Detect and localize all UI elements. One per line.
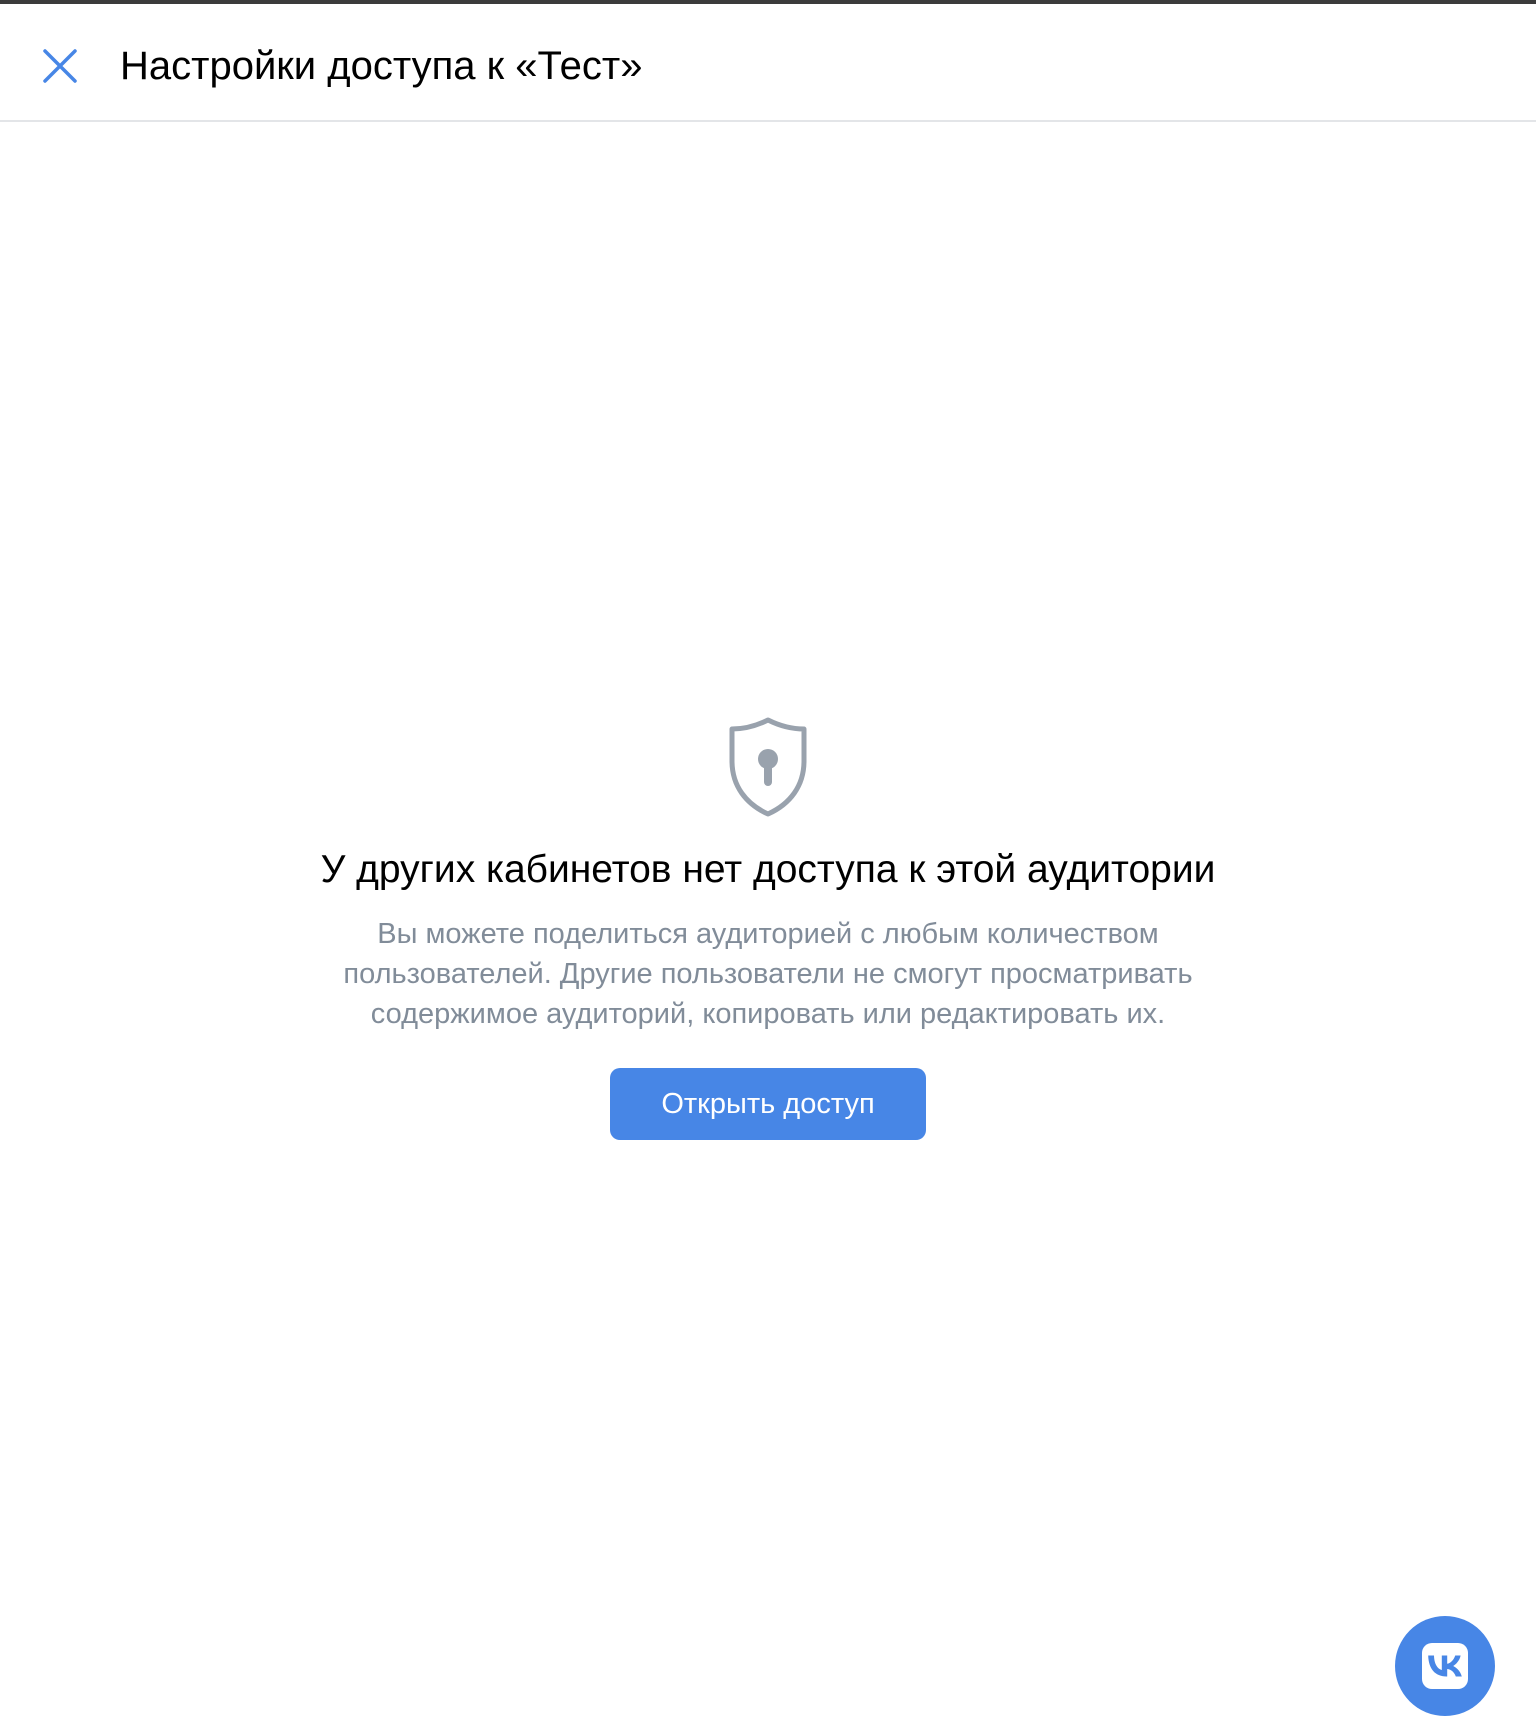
vk-logo-icon — [1422, 1643, 1468, 1689]
empty-state: У других кабинетов нет доступа к этой ау… — [0, 716, 1536, 1140]
empty-state-title: У других кабинетов нет доступа к этой ау… — [320, 848, 1216, 891]
close-button[interactable] — [36, 42, 84, 90]
close-icon — [43, 49, 77, 83]
empty-state-description: Вы можете поделиться аудиторией с любым … — [343, 918, 1193, 1030]
page-title: Настройки доступа к «Тест» — [120, 44, 643, 88]
shield-keyhole-icon — [729, 717, 807, 817]
open-access-button[interactable]: Открыть доступ — [610, 1068, 926, 1140]
access-settings-panel: Настройки доступа к «Тест» У других каби… — [0, 0, 1536, 1718]
header: Настройки доступа к «Тест» — [0, 4, 1536, 122]
vk-floating-button[interactable] — [1395, 1616, 1495, 1716]
